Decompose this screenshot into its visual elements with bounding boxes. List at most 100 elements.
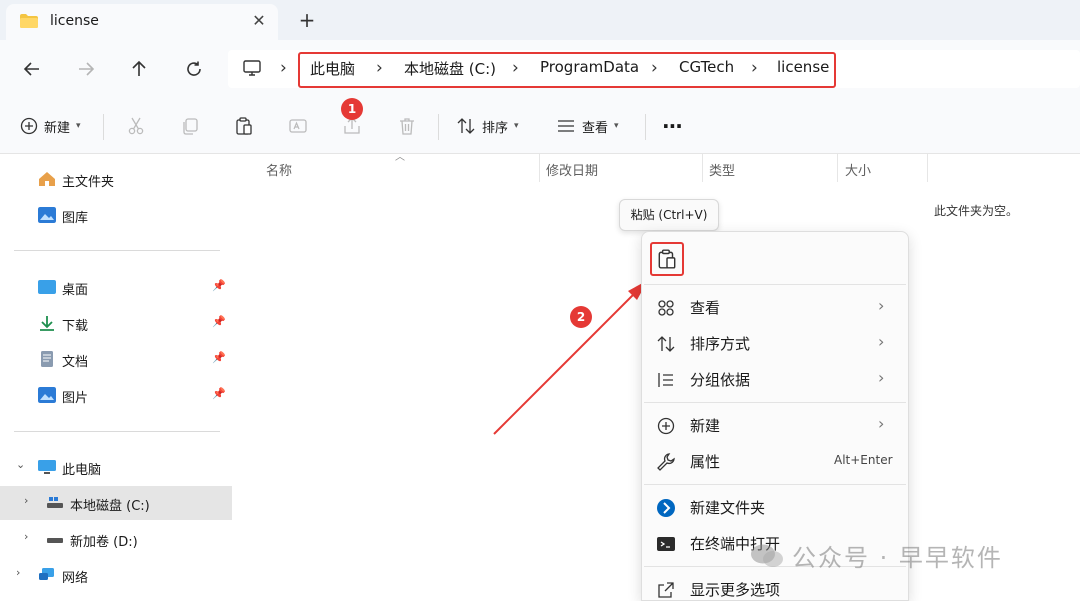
computer-icon	[38, 460, 56, 474]
column-header-size[interactable]: 大小	[845, 160, 871, 179]
toolbar-divider	[438, 114, 439, 140]
sidebar-item-local-disk[interactable]: › 本地磁盘 (C:)	[0, 486, 232, 520]
trash-icon	[400, 118, 414, 135]
delete-button[interactable]	[397, 112, 417, 140]
chevron-right-icon[interactable]: ›	[24, 494, 28, 507]
menu-item-shortcut: Alt+Enter	[834, 453, 893, 467]
menu-item-properties[interactable]: 属性 Alt+Enter	[642, 444, 908, 478]
cut-button[interactable]	[126, 112, 146, 140]
menu-item-label: 分组依据	[690, 371, 751, 389]
empty-folder-message: 此文件夹为空。	[934, 204, 1019, 218]
network-icon	[39, 568, 54, 580]
step-badge-2: 2	[570, 306, 592, 328]
menu-item-group-by[interactable]: 分组依据 ›	[642, 362, 908, 396]
chevron-right-icon[interactable]: ›	[16, 566, 20, 579]
sidebar-item-home[interactable]: 主文件夹	[0, 162, 232, 196]
sidebar-divider	[14, 431, 220, 432]
copy-button[interactable]	[180, 112, 200, 140]
menu-item-label: 新建	[690, 417, 721, 435]
menu-item-sort-by[interactable]: 排序方式 ›	[642, 326, 908, 360]
sort-ascending-icon: ︿	[395, 152, 405, 163]
rename-button[interactable]	[288, 112, 308, 140]
pin-icon[interactable]: 📌	[212, 351, 226, 364]
column-header-type[interactable]: 类型	[709, 160, 735, 179]
menu-item-new[interactable]: 新建 ›	[642, 408, 908, 442]
menu-divider	[644, 284, 906, 285]
menu-divider	[644, 402, 906, 403]
pin-icon[interactable]: 📌	[212, 279, 226, 292]
column-divider[interactable]	[837, 154, 838, 182]
new-tab-button[interactable]: +	[294, 8, 320, 32]
forward-button[interactable]	[71, 54, 101, 84]
new-button[interactable]: 新建 ▾	[20, 112, 81, 140]
chevron-right-icon[interactable]: ›	[651, 58, 658, 78]
breadcrumb-cgtech[interactable]: CGTech	[679, 58, 734, 76]
paste-button[interactable]	[234, 112, 254, 140]
breadcrumb-programdata[interactable]: ProgramData	[540, 58, 639, 76]
chevron-right-icon[interactable]: ›	[24, 530, 28, 543]
chevron-right-icon[interactable]: ›	[280, 58, 287, 78]
sidebar-item-gallery[interactable]: 图库	[0, 198, 232, 232]
refresh-button[interactable]	[179, 54, 209, 84]
sidebar-item-this-pc[interactable]: ⌄ 此电脑	[0, 450, 232, 484]
desktop-icon	[38, 280, 56, 294]
address-bar[interactable]: › 此电脑 › 本地磁盘 (C:) › ProgramData › CGTech…	[228, 50, 1080, 88]
context-paste-button[interactable]	[650, 242, 684, 276]
close-tab-icon[interactable]: ✕	[248, 10, 270, 32]
toolbar-divider	[645, 114, 646, 140]
chevron-right-icon[interactable]: ›	[376, 58, 383, 78]
arrow-up-icon	[132, 60, 146, 76]
up-button[interactable]	[124, 54, 154, 84]
menu-item-new-folder[interactable]: 新建文件夹	[642, 490, 908, 524]
menu-item-label: 显示更多选项	[690, 581, 781, 599]
pin-icon[interactable]: 📌	[212, 315, 226, 328]
chevron-down-icon: ▾	[614, 121, 619, 131]
tab-title: license	[50, 13, 99, 29]
menu-item-view[interactable]: 查看 ›	[642, 290, 908, 324]
more-options-button[interactable]: ···	[662, 112, 683, 140]
back-button[interactable]	[17, 54, 47, 84]
download-icon	[40, 316, 54, 331]
column-header-modified[interactable]: 修改日期	[546, 160, 598, 179]
sidebar-item-network[interactable]: › 网络	[0, 558, 232, 592]
chevron-right-icon[interactable]: ›	[751, 58, 758, 78]
sidebar-item-new-volume[interactable]: › 新加卷 (D:)	[0, 522, 232, 556]
menu-item-label: 排序方式	[690, 335, 751, 353]
sidebar-label: 本地磁盘 (C:)	[70, 499, 150, 514]
chevron-right-icon[interactable]: ›	[512, 58, 519, 78]
column-header-name[interactable]: 名称	[266, 160, 292, 179]
sidebar-label: 主文件夹	[62, 175, 115, 190]
sidebar-label: 图库	[62, 211, 89, 226]
breadcrumb-license[interactable]: license	[777, 58, 829, 76]
column-divider[interactable]	[927, 154, 928, 182]
sidebar-item-downloads[interactable]: 下载 📌	[0, 306, 232, 340]
wrench-icon	[657, 453, 675, 471]
navigation-pane: 主文件夹 图库 桌面 📌 下载 📌 文档 📌 图片 📌 ⌄ 此电脑 › 本地磁盘…	[0, 154, 232, 601]
sidebar-item-documents[interactable]: 文档 📌	[0, 342, 232, 376]
group-list-icon	[658, 373, 673, 387]
plus-circle-icon	[20, 117, 38, 135]
chevron-down-icon[interactable]: ⌄	[16, 458, 25, 471]
column-divider[interactable]	[702, 154, 703, 182]
view-button[interactable]: 查看 ▾	[556, 112, 619, 140]
step-badge-1: 1	[341, 98, 363, 120]
chevron-down-icon: ▾	[514, 121, 519, 131]
menu-item-more-options[interactable]: 显示更多选项	[642, 572, 908, 601]
folder-icon	[20, 14, 38, 28]
breadcrumb-local-disk[interactable]: 本地磁盘 (C:)	[404, 58, 496, 79]
toolbar-divider	[103, 114, 104, 140]
navigation-row: › 此电脑 › 本地磁盘 (C:) › ProgramData › CGTech…	[0, 40, 1080, 98]
sidebar-divider	[14, 250, 220, 251]
sort-button[interactable]: 排序 ▾	[456, 112, 519, 140]
breadcrumb-this-pc[interactable]: 此电脑	[310, 58, 355, 79]
pin-icon[interactable]: 📌	[212, 387, 226, 400]
column-divider[interactable]	[539, 154, 540, 182]
new-label: 新建	[44, 120, 71, 136]
tab-license[interactable]: license ✕	[6, 4, 278, 40]
sidebar-label: 图片	[62, 391, 89, 406]
sidebar-item-pictures[interactable]: 图片 📌	[0, 378, 232, 412]
watermark-text: 公众号 · 早早软件	[792, 544, 1003, 572]
sidebar-item-desktop[interactable]: 桌面 📌	[0, 270, 232, 304]
document-icon	[41, 351, 53, 367]
copy-icon	[183, 118, 198, 135]
